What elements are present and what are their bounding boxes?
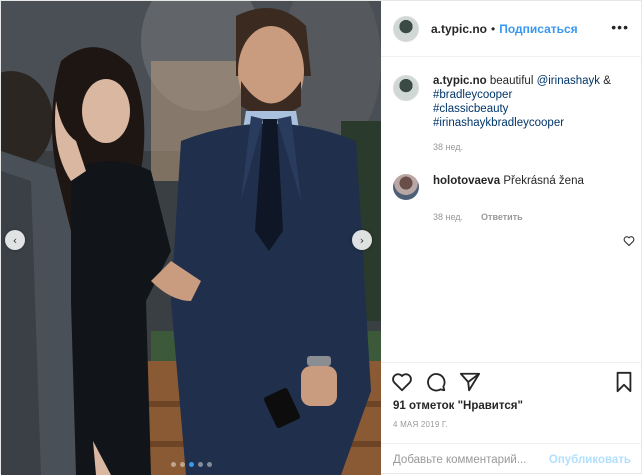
caption-ampersand: & — [603, 75, 611, 87]
carousel-next-button[interactable]: › — [352, 230, 372, 250]
comment-meta: 38 нед. Ответить — [433, 212, 631, 222]
post-actions: 91 отметок "Нравится" 4 МАЯ 2019 Г. Опуб… — [381, 362, 642, 475]
chevron-right-icon: › — [359, 233, 365, 247]
comment-text: holotovaeva Překrásná žena — [433, 174, 631, 200]
follow-button[interactable]: Подписаться — [499, 22, 577, 36]
caption-body: beautiful — [489, 75, 534, 87]
comment-time[interactable]: 38 нед. — [433, 212, 463, 222]
share-icon[interactable] — [459, 371, 481, 393]
action-icons — [391, 371, 481, 393]
photo-illustration — [1, 1, 381, 475]
post-date[interactable]: 4 МАЯ 2019 Г. — [393, 420, 448, 429]
avatar[interactable] — [393, 15, 419, 42]
publish-button[interactable]: Опубликовать — [549, 454, 631, 466]
more-options-icon[interactable]: ••• — [611, 20, 629, 34]
chevron-left-icon: ‹ — [12, 233, 18, 247]
comment-input[interactable] — [393, 454, 549, 466]
hashtag-link[interactable]: #bradleycooper — [433, 89, 512, 101]
carousel-dot — [189, 462, 194, 467]
comment-like-heart-icon[interactable] — [623, 235, 635, 247]
avatar[interactable] — [393, 75, 419, 101]
caption: a.typic.no beautiful @irinashayk & #brad… — [393, 74, 631, 130]
post-header: a.typic.no • Подписаться ••• — [381, 1, 642, 57]
heart-icon[interactable] — [391, 371, 413, 393]
caption-time[interactable]: 38 нед. — [433, 142, 463, 152]
header-separator: • — [491, 21, 496, 36]
carousel-dot — [171, 462, 176, 467]
post-side-panel: a.typic.no • Подписаться ••• a.typic.no … — [381, 1, 642, 475]
caption-username[interactable]: a.typic.no — [433, 75, 487, 87]
mention-link[interactable]: @irinashayk — [537, 75, 600, 87]
post-photo[interactable]: ‹ › — [1, 1, 381, 475]
carousel-dot — [180, 462, 185, 467]
comment-body: Překrásná žena — [503, 175, 584, 187]
caption-text: a.typic.no beautiful @irinashayk & #brad… — [433, 74, 631, 130]
caption-meta: 38 нед. — [433, 142, 631, 152]
carousel-dot — [207, 462, 212, 467]
carousel-indicator — [171, 462, 212, 467]
instagram-post: ‹ › a.typic.no • Подписаться ••• a.typic… — [0, 0, 642, 475]
comment-username[interactable]: holotovaeva — [433, 175, 500, 187]
header-username[interactable]: a.typic.no — [431, 22, 487, 36]
carousel-prev-button[interactable]: ‹ — [5, 230, 25, 250]
avatar[interactable] — [393, 174, 419, 200]
hashtag-link[interactable]: #classicbeauty — [433, 103, 508, 115]
hashtag-link[interactable]: #irinashaykbradleycooper — [433, 117, 564, 129]
comments-section: a.typic.no beautiful @irinashayk & #brad… — [381, 58, 642, 362]
likes-count[interactable]: 91 отметок "Нравится" — [393, 400, 523, 412]
add-comment-bar: Опубликовать — [381, 443, 642, 476]
comment-icon[interactable] — [425, 371, 447, 393]
carousel-dot — [198, 462, 203, 467]
bookmark-icon[interactable] — [613, 371, 635, 393]
reply-button[interactable]: Ответить — [481, 212, 523, 222]
comment-item: holotovaeva Překrásná žena — [393, 174, 631, 200]
